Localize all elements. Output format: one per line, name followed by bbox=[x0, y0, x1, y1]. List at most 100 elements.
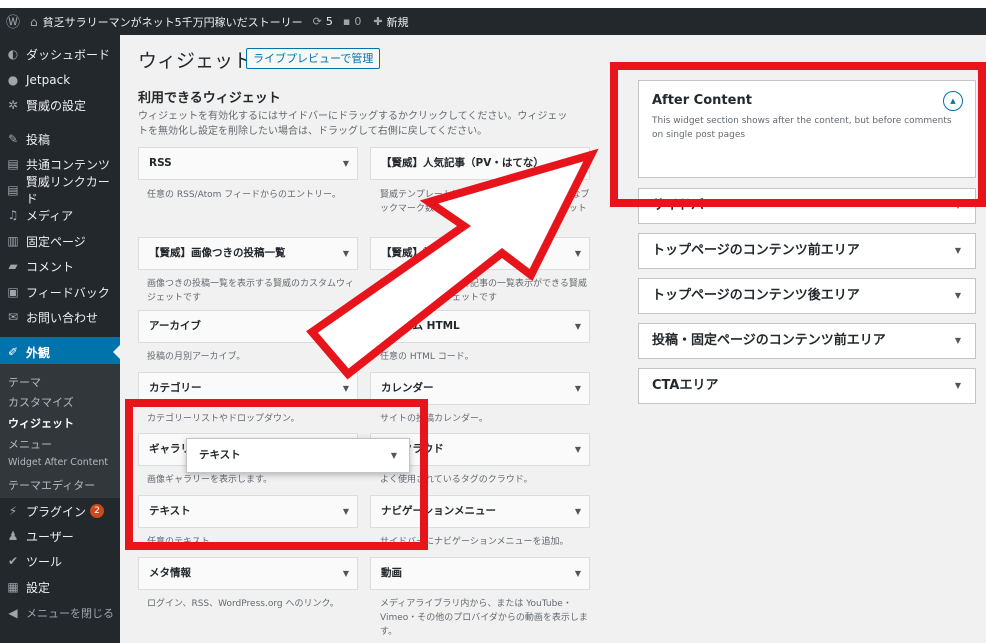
menu-item-link-card[interactable]: ▤ 賢威リンクカード bbox=[0, 175, 120, 206]
menu-item-users[interactable]: ♟ ユーザー bbox=[0, 524, 120, 548]
caret-down-icon[interactable]: ▼ bbox=[343, 311, 349, 342]
widget-meta[interactable]: メタ情報 ▼ bbox=[138, 557, 358, 590]
menu-label: コメント bbox=[26, 259, 75, 274]
widget-description: 任意の HTML コード。 bbox=[380, 352, 474, 362]
home-icon: ⌂ bbox=[30, 14, 38, 29]
widget-title: ナビゲーションメニュー bbox=[381, 505, 496, 517]
caret-down-icon: ▼ bbox=[390, 451, 397, 460]
plugin-update-badge: 2 bbox=[90, 504, 105, 518]
widget-description: 投稿の月別アーカイブ。 bbox=[147, 352, 246, 362]
submenu-customize[interactable]: カスタマイズ bbox=[8, 394, 74, 410]
updates-icon: ⟳ bbox=[312, 15, 322, 28]
submenu-menus[interactable]: メニュー bbox=[8, 436, 52, 452]
caret-down-icon[interactable]: ▼ bbox=[575, 496, 581, 527]
menu-item-dashboard[interactable]: ◐ ダッシュボード bbox=[0, 42, 120, 66]
collapse-arrow-icon[interactable]: ▲ bbox=[943, 91, 963, 111]
widget-area-post-before[interactable]: 投稿・固定ページのコンテンツ前エリア ▼ bbox=[638, 323, 976, 359]
menu-item-contact[interactable]: ✉ お問い合わせ bbox=[0, 305, 120, 329]
widget-area-top-before[interactable]: トップページのコンテンツ前エリア ▼ bbox=[638, 233, 976, 269]
widget-description: 更新日順・投稿日順で記事の一覧表示ができる賢威のカスタムウィジェットです bbox=[380, 279, 587, 303]
caret-down-icon[interactable]: ▼ bbox=[343, 238, 349, 269]
widget-title: テキスト bbox=[199, 449, 241, 461]
widget-area-after-content[interactable]: After Content ▲ This widget section show… bbox=[638, 80, 976, 178]
menu-item-appearance[interactable]: ✐ 外観 bbox=[0, 337, 120, 367]
widget-keni-popular[interactable]: 【賢威】人気記事（PV・はてな） ▼ bbox=[370, 147, 590, 180]
menu-item-feedback[interactable]: ▣ フィードバック bbox=[0, 280, 120, 304]
widget-area-description: This widget section shows after the cont… bbox=[652, 116, 952, 140]
widget-area-title: 投稿・固定ページのコンテンツ前エリア bbox=[652, 333, 886, 348]
menu-item-tools[interactable]: ✔ ツール bbox=[0, 549, 120, 573]
menu-item-keni-settings[interactable]: ✲ 賢威の設定 bbox=[0, 93, 120, 117]
widget-title: RSS bbox=[149, 157, 172, 169]
widget-area-top-after[interactable]: トップページのコンテンツ後エリア ▼ bbox=[638, 278, 976, 314]
widget-title: 【賢威】記事の一覧表示 bbox=[381, 247, 497, 259]
caret-down-icon[interactable]: ▼ bbox=[955, 189, 961, 223]
page-title: ウィジェット bbox=[138, 50, 253, 72]
updates-link[interactable]: ⟳ 5 bbox=[313, 8, 333, 35]
caret-down-icon[interactable]: ▼ bbox=[575, 373, 581, 404]
menu-label: プラグイン bbox=[26, 504, 87, 519]
menu-item-pages[interactable]: ▥ 固定ページ bbox=[0, 229, 120, 253]
menu-item-media[interactable]: ♫ メディア bbox=[0, 203, 120, 227]
submenu-theme-editor[interactable]: テーマエディター bbox=[8, 477, 95, 493]
widget-area-title: トップページのコンテンツ後エリア bbox=[652, 288, 860, 303]
menu-item-plugins[interactable]: ⚡ プラグイン 2 bbox=[0, 499, 120, 523]
caret-down-icon[interactable]: ▼ bbox=[955, 234, 961, 268]
widget-keni-image-posts[interactable]: 【賢威】画像つきの投稿一覧 ▼ bbox=[138, 237, 358, 270]
widget-description: 画像つきの投稿一覧を表示する賢威のカスタムウィジェットです bbox=[147, 279, 355, 303]
widget-nav-menu[interactable]: ナビゲーションメニュー ▼ bbox=[370, 495, 590, 528]
widget-title: 動画 bbox=[381, 567, 402, 579]
submenu-themes[interactable]: テーマ bbox=[8, 374, 41, 390]
caret-down-icon[interactable]: ▼ bbox=[575, 238, 581, 269]
site-name-link[interactable]: ⌂ 貧乏サラリーマンがネット5千万円稼いだストーリー bbox=[26, 8, 303, 35]
dragging-text-widget[interactable]: テキスト ▼ bbox=[186, 438, 410, 473]
caret-down-icon[interactable]: ▼ bbox=[955, 369, 961, 403]
widget-text[interactable]: テキスト ▼ bbox=[138, 495, 358, 528]
comments-link[interactable]: ▪ 0 bbox=[343, 8, 361, 35]
widget-video[interactable]: 動画 ▼ bbox=[370, 557, 590, 590]
live-preview-button[interactable]: ライブプレビューで管理 bbox=[246, 48, 381, 69]
menu-item-jetpack[interactable]: ● Jetpack bbox=[0, 68, 120, 92]
widget-title: テキスト bbox=[149, 505, 191, 517]
gear-icon: ✲ bbox=[7, 98, 19, 112]
submenu-widget-after-content[interactable]: Widget After Content bbox=[8, 457, 108, 468]
caret-down-icon[interactable]: ▼ bbox=[575, 311, 581, 342]
available-widgets-heading: 利用できるウィジェット bbox=[138, 91, 281, 106]
widget-calendar[interactable]: カレンダー ▼ bbox=[370, 372, 590, 405]
caret-down-icon[interactable]: ▼ bbox=[343, 496, 349, 527]
caret-down-icon[interactable]: ▼ bbox=[955, 279, 961, 313]
caret-down-icon[interactable]: ▼ bbox=[343, 373, 349, 404]
widget-categories[interactable]: カテゴリー ▼ bbox=[138, 372, 358, 405]
widget-title: メタ情報 bbox=[149, 567, 191, 579]
widget-custom-html[interactable]: カスタム HTML ▼ bbox=[370, 310, 590, 343]
comments-count: 0 bbox=[354, 15, 362, 28]
widget-title: 【賢威】画像つきの投稿一覧 bbox=[149, 247, 286, 259]
submenu-widgets[interactable]: ウィジェット bbox=[8, 415, 74, 431]
caret-down-icon[interactable]: ▼ bbox=[343, 558, 349, 589]
widget-area-cta[interactable]: CTAエリア ▼ bbox=[638, 368, 976, 404]
collapse-menu-button[interactable]: ◀ メニューを閉じる bbox=[0, 601, 120, 625]
widget-keni-post-list[interactable]: 【賢威】記事の一覧表示 ▼ bbox=[370, 237, 590, 270]
caret-down-icon[interactable]: ▼ bbox=[575, 558, 581, 589]
widget-rss[interactable]: RSS ▼ bbox=[138, 147, 358, 180]
caret-down-icon[interactable]: ▼ bbox=[575, 148, 581, 179]
wordpress-logo-icon[interactable]: Ⓦ bbox=[0, 8, 26, 35]
widget-description: カテゴリーリストやドロップダウン。 bbox=[147, 414, 300, 424]
widget-description: サイトの投稿カレンダー。 bbox=[380, 414, 488, 424]
widget-area-sidebar[interactable]: サイドバー ▼ bbox=[638, 188, 976, 224]
caret-down-icon[interactable]: ▼ bbox=[955, 324, 961, 358]
menu-label: お問い合わせ bbox=[26, 310, 99, 325]
widget-description: 画像ギャラリーを表示します。 bbox=[147, 475, 273, 485]
caret-down-icon[interactable]: ▼ bbox=[343, 148, 349, 179]
menu-item-settings[interactable]: ▦ 設定 bbox=[0, 575, 120, 599]
widget-archives[interactable]: アーカイブ ▼ bbox=[138, 310, 358, 343]
menu-item-posts[interactable]: ✎ 投稿 bbox=[0, 127, 120, 151]
new-content-link[interactable]: ✚ 新規 bbox=[373, 8, 408, 35]
widget-title: 【賢威】人気記事（PV・はてな） bbox=[381, 157, 544, 169]
menu-label: 外観 bbox=[26, 345, 51, 360]
menu-label: 共通コンテンツ bbox=[26, 157, 111, 172]
menu-item-comments[interactable]: ▰ コメント bbox=[0, 254, 120, 278]
collapse-icon: ◀ bbox=[8, 606, 18, 620]
widget-title: カスタム HTML bbox=[381, 320, 460, 332]
caret-down-icon[interactable]: ▼ bbox=[575, 434, 581, 465]
